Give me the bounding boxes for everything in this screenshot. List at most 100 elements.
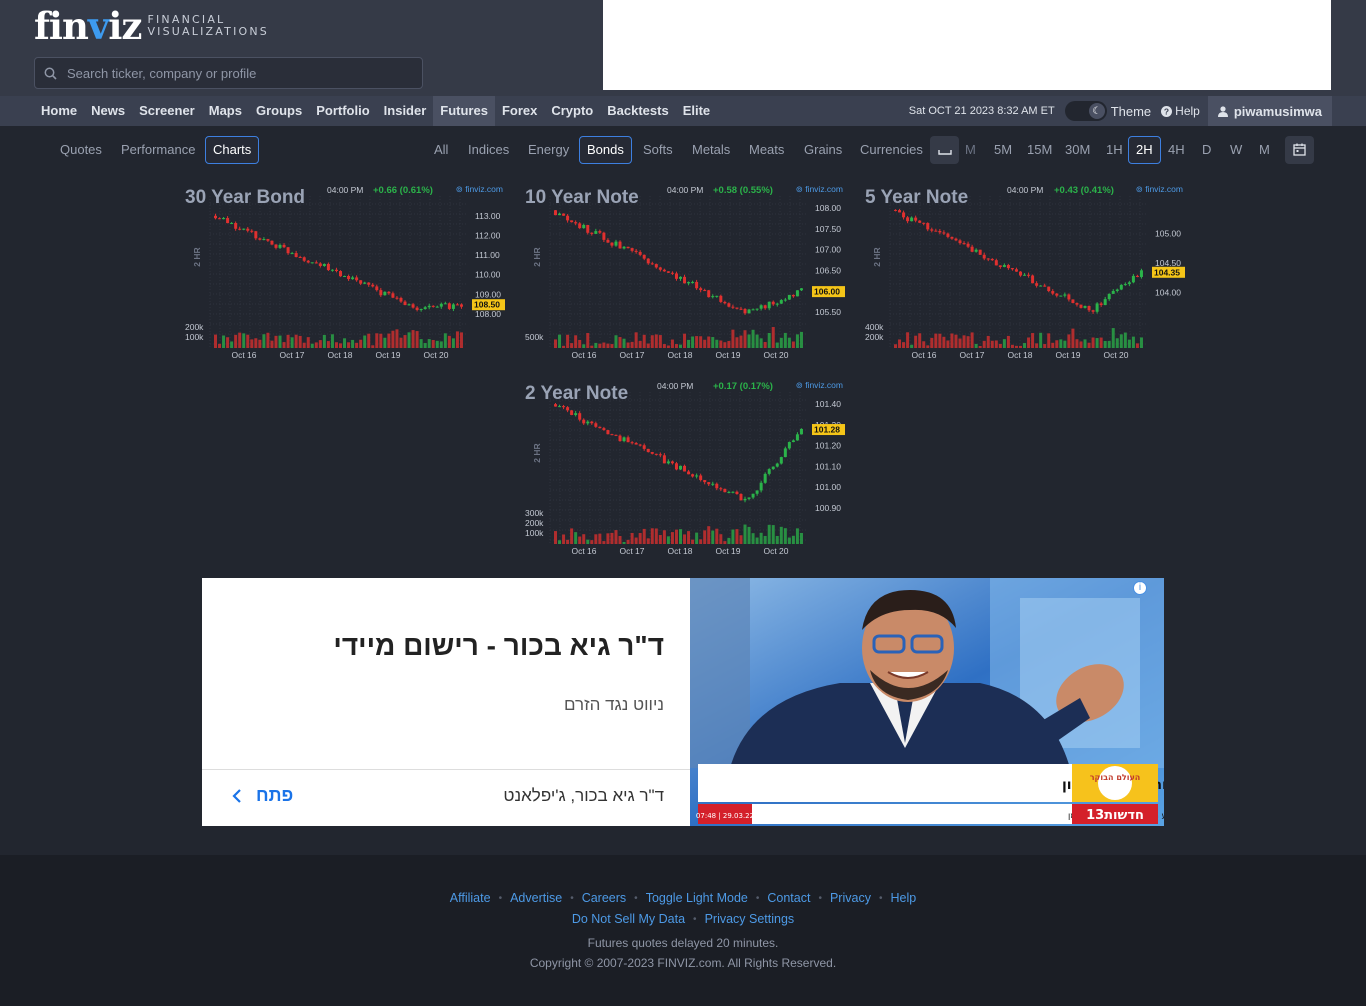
candle-body [1111, 291, 1115, 294]
footer-link-careers[interactable]: Careers [582, 891, 626, 905]
theme-toggle[interactable]: ☾ [1064, 101, 1107, 121]
volume-bar [914, 335, 918, 348]
footer-link-affiliate[interactable]: Affiliate [450, 891, 491, 905]
footer-separator: • [878, 892, 883, 904]
finviz-logo[interactable]: finviz FINANCIAL VISUALIZATIONS [34, 6, 269, 46]
footer-link-contact[interactable]: Contact [767, 891, 810, 905]
volume-bar [731, 329, 735, 348]
footer-separator: • [570, 892, 574, 904]
footer-link-toggle-light-mode[interactable]: Toggle Light Mode [646, 891, 748, 905]
group-tab-grains[interactable]: Grains [796, 136, 850, 164]
nav-item-screener[interactable]: Screener [132, 96, 202, 126]
candle-body [747, 309, 751, 314]
volume-bar [371, 345, 375, 348]
group-tab-metals[interactable]: Metals [684, 136, 738, 164]
candle-body [626, 437, 630, 443]
nav-item-backtests[interactable]: Backtests [600, 96, 675, 126]
nav-item-forex[interactable]: Forex [495, 96, 544, 126]
nav-item-insider[interactable]: Insider [377, 96, 434, 126]
footer-link-advertise[interactable]: Advertise [510, 891, 562, 905]
timeframe-tab-4h[interactable]: 4H [1160, 136, 1193, 164]
candle-body [735, 307, 739, 309]
timeframe-tab-30m[interactable]: 30M [1057, 136, 1098, 164]
group-tab-all[interactable]: All [426, 136, 456, 164]
search-icon [44, 67, 57, 80]
search-input[interactable] [67, 65, 397, 81]
search-box[interactable] [34, 57, 423, 89]
top-ad-banner[interactable] [603, 0, 1331, 90]
sponsored-ad[interactable]: ד"ר גיא בכור - רישום מיידי ניווט נגד הזר… [202, 578, 1164, 826]
footer-separator: • [755, 892, 760, 904]
candle-body [658, 454, 662, 456]
view-tab-performance[interactable]: Performance [113, 136, 203, 164]
ad-image[interactable]: ד"ר גיא בכור מסביר: איך איבדנו את המשלות… [690, 578, 1164, 826]
timeframe-tab-15m[interactable]: 15M [1019, 136, 1060, 164]
date-tick-label: Oct 19 [1055, 350, 1080, 360]
theme-label[interactable]: Theme [1111, 104, 1151, 119]
timeframe-tab-m-min[interactable]: M [962, 136, 979, 164]
view-tab-charts[interactable]: Charts [205, 136, 260, 164]
candle-body [387, 291, 391, 294]
candle-body [343, 275, 347, 277]
market-datetime: Sat OCT 21 2023 8:32 AM ET [908, 105, 1055, 117]
chart-canvas: 2 Year Note 04:00 PM +0.17 (0.17%) ⊚ finviz… [525, 380, 845, 556]
group-tab-meats[interactable]: Meats [741, 136, 792, 164]
timeframe-tab-d[interactable]: D [1194, 136, 1219, 164]
futures-chart-30-year-bond[interactable]: 30 Year Bond 04:00 PM +0.66 (0.61%) ⊚ finvi… [184, 180, 506, 366]
group-tab-energy[interactable]: Energy [520, 136, 577, 164]
ad-headline[interactable]: ד"ר גיא בכור - רישום מיידי [333, 630, 664, 662]
volume-bar [978, 345, 982, 348]
candle-body [246, 228, 250, 231]
view-tab-quotes[interactable]: Quotes [52, 136, 110, 164]
group-tab-bonds[interactable]: Bonds [579, 136, 632, 164]
ad-info-icon[interactable]: i [1133, 581, 1147, 595]
candle-body [687, 471, 691, 475]
nav-item-news[interactable]: News [84, 96, 132, 126]
ad-channel-logo: חדשות13 [1086, 808, 1144, 823]
nav-item-home[interactable]: Home [34, 96, 84, 126]
footer-link-privacy-settings[interactable]: Privacy Settings [705, 912, 795, 926]
ad-text-panel[interactable]: ד"ר גיא בכור - רישום מיידי ניווט נגד הזר… [202, 578, 690, 826]
candle-body [415, 307, 419, 310]
timeframe-tab-m-month[interactable]: M [1251, 136, 1278, 164]
range-select-button[interactable] [930, 136, 959, 164]
futures-chart-2-year-note[interactable]: 2 Year Note 04:00 PM +0.17 (0.17%) ⊚ finviz… [524, 376, 846, 562]
nav-item-maps[interactable]: Maps [202, 96, 249, 126]
calendar-button[interactable] [1285, 136, 1314, 164]
nav-item-groups[interactable]: Groups [249, 96, 309, 126]
timeframe-tab-2h[interactable]: 2H [1128, 136, 1161, 164]
candle-body [294, 253, 298, 257]
nav-item-futures[interactable]: Futures [433, 96, 495, 126]
help-link[interactable]: ? Help [1161, 104, 1200, 118]
futures-chart-5-year-note[interactable]: 5 Year Note 04:00 PM +0.43 (0.41%) ⊚ finviz… [864, 180, 1186, 366]
footer-separator: • [498, 892, 503, 904]
group-tab-indices[interactable]: Indices [460, 136, 517, 164]
footer-link-privacy[interactable]: Privacy [830, 891, 871, 905]
volume-bar [695, 532, 699, 544]
candle-body [634, 442, 638, 445]
timeframe-tab-5m[interactable]: 5M [986, 136, 1020, 164]
group-tab-softs[interactable]: Softs [635, 136, 681, 164]
timeframe-tab-1h[interactable]: 1H [1098, 136, 1131, 164]
group-tab-currencies[interactable]: Currencies [852, 136, 931, 164]
user-menu[interactable]: piwamusimwa [1207, 96, 1332, 126]
footer-link-help[interactable]: Help [890, 891, 916, 905]
candle-body [1047, 286, 1051, 292]
volume-bar [1139, 337, 1143, 348]
footer: Affiliate • Advertise • Careers • Toggle Light… [0, 855, 1366, 1006]
futures-chart-10-year-note[interactable]: 10 Year Note 04:00 PM +0.58 (0.55%) ⊚ finvi… [524, 180, 846, 366]
candle-body [910, 217, 914, 222]
nav-item-crypto[interactable]: Crypto [544, 96, 600, 126]
volume-bar [974, 343, 978, 348]
timeframe-tab-w[interactable]: W [1222, 136, 1250, 164]
nav-item-elite[interactable]: Elite [676, 96, 717, 126]
footer-link-do-not-sell-my-data[interactable]: Do Not Sell My Data [572, 912, 685, 926]
candle-body [946, 233, 950, 237]
nav-item-portfolio[interactable]: Portfolio [309, 96, 376, 126]
candle-body [1014, 269, 1018, 272]
volume-bar [562, 345, 566, 348]
volume-bar [630, 532, 634, 544]
ad-open-button[interactable]: פתח [232, 785, 293, 806]
date-tick-label: Oct 16 [571, 350, 596, 360]
volume-bar [703, 530, 707, 544]
